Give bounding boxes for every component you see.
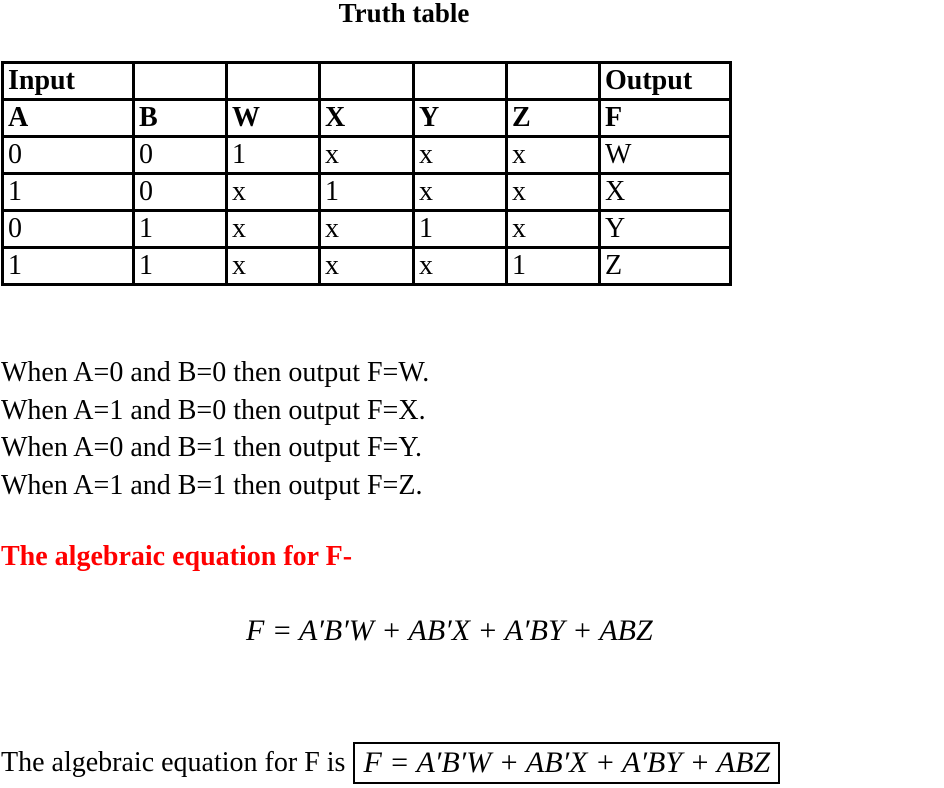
table-cell: x — [505, 135, 601, 175]
final-answer-prefix: The algebraic equation for F is — [1, 747, 346, 778]
table-cell: 1 — [132, 209, 228, 249]
table-cell — [225, 61, 321, 101]
table-cell: 1 — [1, 246, 135, 286]
table-cell: 0 — [1, 209, 135, 249]
table-cell: 0 — [1, 135, 135, 175]
table-header-cell: X — [318, 98, 415, 138]
table-cell: x — [318, 135, 415, 175]
table-row: 0 1 x x 1 x Y — [1, 209, 732, 249]
final-answer: The algebraic equation for F is F = A′B′… — [1, 742, 781, 784]
table-cell: x — [505, 209, 601, 249]
table-header-cell: A — [1, 98, 135, 138]
table-row: 1 0 x 1 x x X — [1, 172, 732, 212]
table-cell: x — [412, 172, 508, 212]
table-cell: x — [225, 172, 321, 212]
boxed-equation: F = A′B′W + AB′X + A′BY + ABZ — [353, 742, 781, 784]
table-cell — [505, 61, 601, 101]
table-header-cell: B — [132, 98, 228, 138]
table-cell: Y — [598, 209, 732, 249]
table-cell: 1 — [412, 209, 508, 249]
table-cell: x — [412, 135, 508, 175]
table-cell — [318, 61, 415, 101]
statement-line: When A=0 and B=1 then output F=Y. — [1, 432, 422, 463]
table-header-row: A B W X Y Z F — [1, 98, 732, 138]
table-cell: x — [318, 246, 415, 286]
table-cell: 1 — [225, 135, 321, 175]
table-header-cell: Y — [412, 98, 508, 138]
table-header-cell: F — [598, 98, 732, 138]
table-cell — [412, 61, 508, 101]
table-header-cell: Z — [505, 98, 601, 138]
table-cell: 1 — [318, 172, 415, 212]
table-cell: 0 — [132, 135, 228, 175]
equation-heading: The algebraic equation for F- — [1, 541, 353, 572]
table-cell: 1 — [132, 246, 228, 286]
table-cell — [132, 61, 228, 101]
truth-table: Input Output A B W X Y Z F 0 0 1 x x x W… — [1, 61, 732, 286]
table-cell: 1 — [1, 172, 135, 212]
statement-line: When A=1 and B=0 then output F=X. — [1, 394, 426, 426]
statement-line: When A=0 and B=0 then output F=W. — [1, 357, 430, 388]
table-header-cell: W — [225, 98, 321, 138]
table-cell: Output — [598, 61, 732, 101]
condition-statements: When A=0 and B=0 then output F=W. When A… — [1, 354, 429, 504]
table-cell: 0 — [132, 172, 228, 212]
table-group-row: Input Output — [1, 61, 732, 101]
table-cell: x — [505, 172, 601, 212]
table-row: 1 1 x x x 1 Z — [1, 246, 732, 286]
table-cell: x — [225, 209, 321, 249]
table-cell: W — [598, 135, 732, 175]
table-cell: x — [225, 246, 321, 286]
table-cell: 1 — [505, 246, 601, 286]
truth-table-title: Truth table — [338, 0, 470, 28]
table-row: 0 0 1 x x x W — [1, 135, 732, 175]
table-cell: Input — [1, 61, 135, 101]
table-cell: X — [598, 172, 732, 212]
statement-line: When A=1 and B=1 then output F=Z. — [1, 469, 423, 501]
table-cell: Z — [598, 246, 732, 286]
table-cell: x — [318, 209, 415, 249]
algebraic-equation: F = A′B′W + AB′X + A′BY + ABZ — [246, 614, 653, 647]
table-cell: x — [412, 246, 508, 286]
